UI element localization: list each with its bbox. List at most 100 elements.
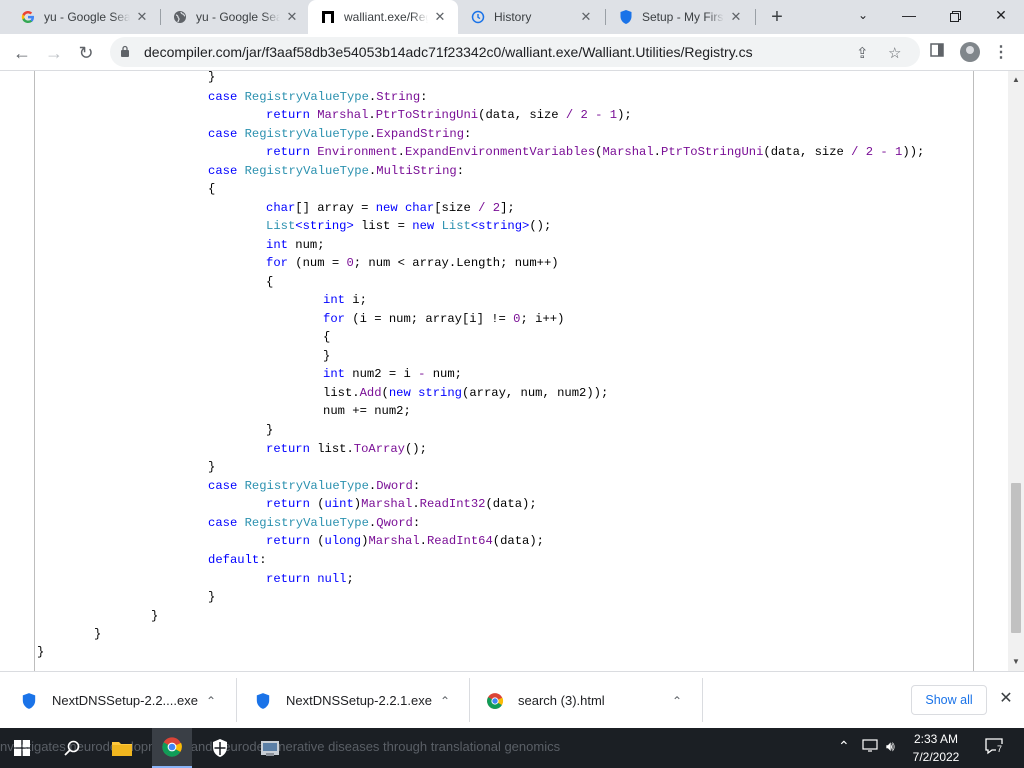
installer-app-icon[interactable] (250, 728, 290, 768)
code-line: } (37, 645, 45, 659)
tab-setup[interactable]: Setup - My First ✕ (606, 0, 754, 34)
tab-title: History (494, 10, 532, 24)
forward-arrow-icon[interactable]: → (40, 39, 68, 67)
tab-search-chevron-icon[interactable]: ⌄ (840, 0, 886, 30)
close-icon[interactable]: ✕ (728, 9, 744, 25)
code-line: } (151, 609, 159, 623)
download-item[interactable]: NextDNSSetup-2.2....exe ⌃ (20, 672, 230, 729)
close-icon[interactable]: ✕ (284, 9, 300, 25)
chrome-taskbar-icon[interactable] (152, 728, 192, 768)
share-icon[interactable]: ⇪ (856, 44, 869, 62)
code-line: } (208, 590, 216, 604)
chrome-icon (487, 692, 504, 709)
close-icon[interactable]: ✕ (578, 9, 594, 25)
side-panel-icon[interactable] (926, 42, 948, 64)
code-line: case RegistryValueType.Qword: (208, 516, 421, 530)
minimize-button[interactable]: — (886, 0, 932, 30)
url-text[interactable]: decompiler.com/jar/f3aaf58db3e54053b14ad… (144, 44, 753, 60)
tab-decompiler[interactable]: walliant.exe/Reg ✕ (308, 0, 458, 34)
lock-icon[interactable] (120, 45, 136, 60)
download-item[interactable]: NextDNSSetup-2.2.1.exe ⌃ (254, 672, 464, 729)
code-line: List<string> list = new List<string>(); (266, 219, 552, 233)
code-line: list.Add(new string(array, num, num2)); (323, 386, 609, 400)
code-line: case RegistryValueType.String: (208, 90, 428, 104)
code-line: { (323, 330, 331, 344)
scroll-up-arrow-icon[interactable]: ▲ (1008, 73, 1024, 87)
tab-title: yu - Google Sea (196, 10, 280, 24)
code-line: char[] array = new char[size / 2]; (266, 201, 515, 215)
search-icon[interactable] (52, 728, 92, 768)
code-line: return list.ToArray(); (266, 442, 427, 456)
code-line: case RegistryValueType.Dword: (208, 479, 421, 493)
restore-button[interactable] (932, 0, 978, 30)
page-content: } case RegistryValueType.String: return … (0, 71, 1008, 671)
code-line: case RegistryValueType.MultiString: (208, 164, 465, 178)
bookmark-star-icon[interactable]: ☆ (888, 44, 901, 62)
close-icon[interactable]: ✕ (432, 9, 448, 25)
system-clock[interactable]: 2:33 AM 7/2/2022 (904, 730, 968, 766)
close-icon[interactable]: ✕ (134, 9, 150, 25)
download-bar: NextDNSSetup-2.2....exe ⌃ NextDNSSetup-2… (0, 671, 1024, 728)
code-line: } (266, 423, 274, 437)
chevron-up-icon[interactable]: ⌃ (672, 694, 682, 708)
new-tab-button[interactable]: + (767, 7, 787, 27)
network-icon[interactable] (862, 738, 878, 755)
browser-toolbar: ← → ↻ decompiler.com/jar/f3aaf58db3e5405… (0, 34, 1024, 71)
code-line: num += num2; (323, 404, 411, 418)
google-g-icon (20, 9, 36, 25)
code-line: } (323, 349, 331, 363)
download-filename: NextDNSSetup-2.2....exe (52, 693, 198, 708)
chevron-up-icon[interactable]: ⌃ (206, 694, 216, 708)
windows-start-icon[interactable] (2, 728, 42, 768)
menu-kebab-icon[interactable]: ⋮ (990, 42, 1012, 64)
tab-google-search-1[interactable]: yu - Google Sea ✕ (8, 0, 160, 34)
tab-title: yu - Google Sea (44, 10, 130, 24)
vertical-scrollbar[interactable]: ▲ ▼ (1008, 71, 1024, 671)
profile-avatar[interactable] (960, 42, 980, 62)
chevron-up-icon[interactable]: ⌃ (440, 694, 450, 708)
code-viewer: } case RegistryValueType.String: return … (34, 71, 974, 671)
download-item[interactable]: search (3).html ⌃ (486, 672, 696, 729)
code-line: } (208, 71, 216, 84)
code-line: { (208, 182, 216, 196)
download-filename: NextDNSSetup-2.2.1.exe (286, 693, 432, 708)
notification-icon[interactable]: 7 (984, 736, 1004, 759)
code-line: } (208, 460, 216, 474)
tab-strip: yu - Google Sea ✕ yu - Google Sea ✕ wall… (0, 0, 1024, 34)
nextdns-shield-icon (256, 692, 270, 709)
code-line: { (266, 275, 274, 289)
volume-icon[interactable]: 🔊︎ (886, 738, 895, 755)
code-line: case RegistryValueType.ExpandString: (208, 127, 472, 141)
code-line: default: (208, 553, 267, 567)
download-filename: search (3).html (518, 693, 605, 708)
code-line: return Marshal.PtrToStringUni(data, size… (266, 108, 632, 122)
address-bar[interactable]: decompiler.com/jar/f3aaf58db3e54053b14ad… (110, 37, 920, 67)
reload-icon[interactable]: ↻ (72, 39, 100, 67)
file-explorer-icon[interactable] (102, 728, 142, 768)
tab-google-search-2[interactable]: yu - Google Sea ✕ (160, 0, 310, 34)
tab-history[interactable]: History ✕ (458, 0, 604, 34)
chevron-up-icon[interactable]: ⌃ (838, 738, 850, 755)
code-line: for (i = num; array[i] != 0; i++) (323, 312, 565, 326)
nextdns-shield-icon (618, 9, 634, 25)
close-window-button[interactable]: ✕ (978, 0, 1024, 30)
scroll-down-arrow-icon[interactable]: ▼ (1008, 655, 1024, 669)
download-divider (236, 678, 237, 722)
windows-taskbar: nvestigates neurodevelopmental and neuro… (0, 728, 1024, 768)
history-icon (470, 9, 486, 25)
back-arrow-icon[interactable]: ← (8, 39, 36, 67)
code-line: return (uint)Marshal.ReadInt32(data); (266, 497, 537, 511)
scrollbar-thumb[interactable] (1011, 483, 1021, 633)
code-line: int num; (266, 238, 325, 252)
code-line: for (num = 0; num < array.Length; num++) (266, 256, 559, 270)
clock-time: 2:33 AM (913, 732, 959, 746)
decompiler-icon (320, 9, 336, 25)
code-line: return null; (266, 572, 354, 586)
code-line: int i; (323, 293, 367, 307)
notification-count: 7 (996, 744, 1004, 754)
show-all-button[interactable]: Show all (911, 685, 987, 715)
download-divider (469, 678, 470, 722)
security-shield-icon[interactable] (200, 728, 240, 768)
code-line: } (94, 627, 102, 641)
close-icon[interactable]: ✕ (996, 688, 1016, 708)
